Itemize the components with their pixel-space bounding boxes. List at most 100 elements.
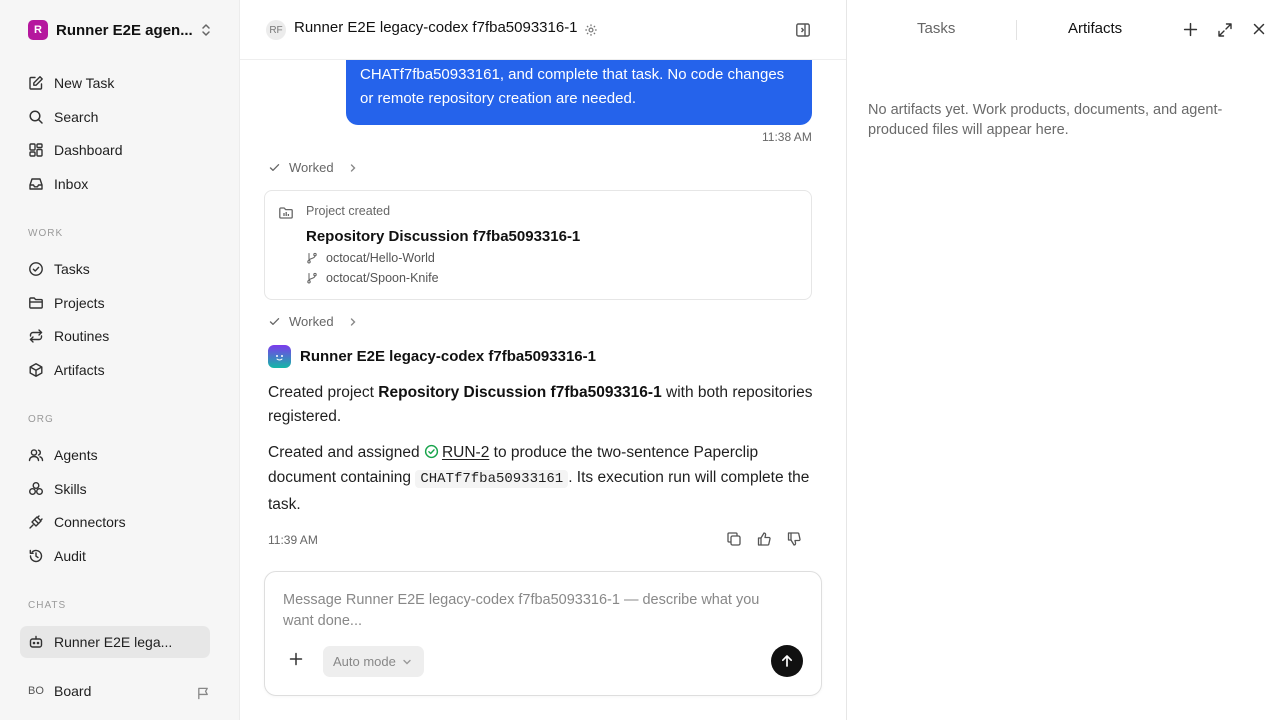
chat-title: Runner E2E legacy-codex f7fba5093316-1 bbox=[294, 19, 578, 36]
users-icon bbox=[28, 449, 44, 462]
artifacts-empty-state: No artifacts yet. Work products, documen… bbox=[868, 102, 1223, 138]
dashboard-icon bbox=[29, 143, 43, 157]
chat-item-active[interactable]: Runner E2E lega... bbox=[20, 626, 210, 658]
chevron-right-icon bbox=[350, 163, 356, 172]
message-composer: Auto mode bbox=[264, 571, 822, 696]
chevron-up-down-icon bbox=[202, 24, 210, 36]
expand-icon[interactable] bbox=[1217, 22, 1233, 38]
nav-tasks-label: Tasks bbox=[54, 261, 90, 277]
nav-skills-label: Skills bbox=[54, 481, 87, 497]
git-branch-icon bbox=[307, 252, 317, 264]
close-icon[interactable] bbox=[1252, 22, 1266, 36]
right-panel: Tasks Artifacts No artifacts yet. Work p… bbox=[846, 0, 1280, 720]
chat-main: Paperclip document attached to that exec… bbox=[240, 0, 846, 720]
worked-toggle-2[interactable]: Worked bbox=[268, 314, 358, 329]
nav-connectors-label: Connectors bbox=[54, 514, 126, 530]
worked-toggle-1[interactable]: Worked bbox=[268, 160, 358, 175]
check-circle-icon bbox=[424, 444, 439, 459]
tab-tasks[interactable]: Tasks bbox=[917, 20, 955, 37]
panel-toggle-icon[interactable] bbox=[795, 22, 811, 38]
section-chats: CHATS bbox=[28, 600, 67, 611]
section-org: ORG bbox=[28, 414, 54, 425]
mode-select-label: Auto mode bbox=[333, 654, 396, 669]
section-work: WORK bbox=[28, 228, 64, 239]
nav-audit-label: Audit bbox=[54, 548, 86, 564]
nav-dashboard[interactable]: Dashboard bbox=[20, 134, 210, 166]
git-branch-icon bbox=[307, 272, 317, 284]
user-menu[interactable]: BO Board bbox=[28, 683, 91, 699]
repo-name: octocat/Spoon-Knife bbox=[326, 271, 439, 285]
nav-search-label: Search bbox=[54, 109, 99, 125]
folder-project-icon bbox=[279, 207, 293, 219]
avatar: BO bbox=[28, 685, 44, 697]
check-icon bbox=[269, 318, 280, 325]
plus-icon[interactable] bbox=[289, 652, 303, 666]
chat-header: RF Runner E2E legacy-codex f7fba5093316-… bbox=[240, 0, 846, 60]
check-circle-icon bbox=[29, 262, 43, 276]
nav-routines[interactable]: Routines bbox=[20, 320, 210, 352]
repo-item: octocat/Hello-World bbox=[306, 251, 435, 265]
search-icon bbox=[29, 110, 43, 124]
chevron-right-icon bbox=[350, 317, 356, 326]
nav-connectors[interactable]: Connectors bbox=[20, 506, 210, 538]
worked-label-1: Worked bbox=[289, 160, 334, 175]
p1-project-name: Repository Discussion f7fba5093316-1 bbox=[378, 384, 662, 401]
repeat-icon bbox=[29, 329, 43, 343]
bot-icon bbox=[29, 635, 43, 648]
run-link[interactable]: RUN-2 bbox=[442, 444, 489, 461]
nav-artifacts-label: Artifacts bbox=[54, 362, 105, 378]
sidebar: R Runner E2E agen... New Task Search Das… bbox=[0, 0, 240, 720]
mode-select[interactable]: Auto mode bbox=[323, 646, 424, 677]
agent-paragraph-2: Created and assigned RUN-2 to produce th… bbox=[268, 440, 816, 517]
tab-artifacts[interactable]: Artifacts bbox=[1068, 20, 1122, 37]
inbox-icon bbox=[29, 178, 43, 190]
card-title: Repository Discussion f7fba5093316-1 bbox=[306, 228, 581, 245]
repo-item: octocat/Spoon-Knife bbox=[306, 271, 439, 285]
folder-icon bbox=[29, 297, 43, 309]
copy-icon[interactable] bbox=[726, 531, 742, 547]
gear-icon[interactable] bbox=[584, 23, 598, 37]
nav-inbox-label: Inbox bbox=[54, 176, 89, 192]
nav-audit[interactable]: Audit bbox=[20, 540, 210, 572]
thumbs-down-icon[interactable] bbox=[786, 531, 802, 547]
nav-routines-label: Routines bbox=[54, 328, 110, 344]
arrow-up-icon bbox=[781, 655, 793, 667]
chat-item-label: Runner E2E lega... bbox=[54, 634, 173, 650]
add-icon[interactable] bbox=[1183, 22, 1198, 37]
chevron-down-icon bbox=[403, 659, 411, 664]
nav-agents-label: Agents bbox=[54, 447, 98, 463]
user-message-time: 11:38 AM bbox=[762, 130, 812, 144]
user-name: Board bbox=[54, 683, 92, 699]
nav-artifacts[interactable]: Artifacts bbox=[20, 354, 210, 386]
project-created-card[interactable]: Project created Repository Discussion f7… bbox=[264, 190, 812, 300]
nav-skills[interactable]: Skills bbox=[20, 473, 210, 505]
p1-text: Created project bbox=[268, 384, 379, 401]
flag-icon[interactable] bbox=[196, 686, 211, 701]
nav-new-task[interactable]: New Task bbox=[20, 67, 210, 99]
nav-tasks[interactable]: Tasks bbox=[20, 253, 210, 285]
edit-icon bbox=[29, 76, 43, 90]
package-icon bbox=[29, 363, 43, 377]
agent-header: Runner E2E legacy-codex f7fba5093316-1 bbox=[268, 345, 596, 368]
workspace-logo: R bbox=[28, 20, 48, 40]
history-icon bbox=[29, 549, 43, 563]
worked-label-2: Worked bbox=[289, 314, 334, 329]
inline-code: CHATf7fba50933161 bbox=[415, 470, 569, 488]
thumbs-up-icon[interactable] bbox=[756, 531, 772, 547]
send-button[interactable] bbox=[771, 645, 803, 677]
nav-inbox[interactable]: Inbox bbox=[20, 168, 210, 200]
nav-agents[interactable]: Agents bbox=[20, 439, 210, 471]
workspace-name: Runner E2E agen... bbox=[56, 21, 193, 39]
nav-search[interactable]: Search bbox=[20, 101, 210, 133]
agent-paragraph-1: Created project Repository Discussion f7… bbox=[268, 381, 816, 429]
ghost-face-icon bbox=[276, 355, 283, 361]
repo-name: octocat/Hello-World bbox=[326, 251, 435, 265]
nav-projects[interactable]: Projects bbox=[20, 287, 210, 319]
workspace-switcher[interactable]: R Runner E2E agen... bbox=[20, 14, 220, 46]
nav-projects-label: Projects bbox=[54, 295, 105, 311]
card-label: Project created bbox=[306, 204, 391, 218]
agent-name: Runner E2E legacy-codex f7fba5093316-1 bbox=[300, 348, 596, 365]
check-icon bbox=[269, 164, 280, 171]
message-input[interactable] bbox=[283, 590, 793, 636]
agent-message-time: 11:39 AM bbox=[268, 533, 318, 547]
